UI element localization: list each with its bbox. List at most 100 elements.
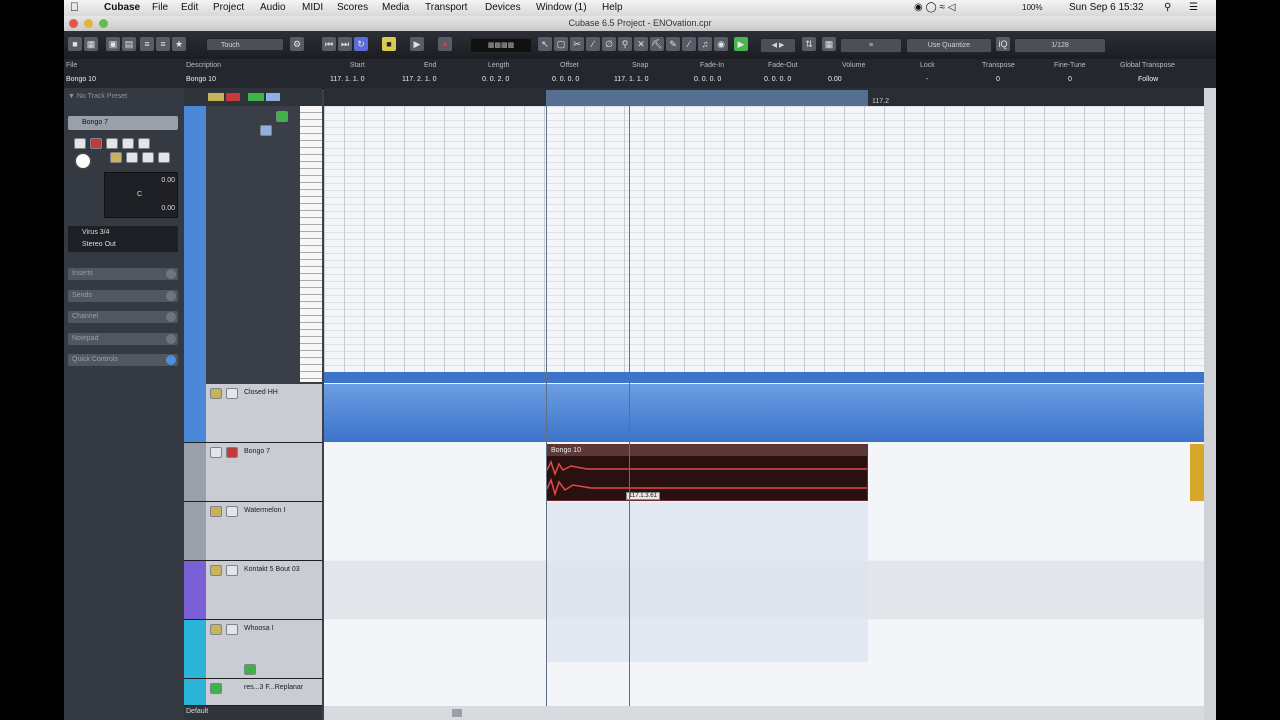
track-watermelon[interactable]: Watermelon I	[184, 502, 322, 561]
iq-icon[interactable]: iQ	[996, 37, 1010, 51]
inspector-write-button[interactable]	[138, 138, 150, 149]
delay-readout[interactable]: 0.00	[161, 205, 175, 212]
quantize-preset-select[interactable]: Use Quantize	[906, 38, 992, 53]
scroll-thumb[interactable]	[452, 709, 462, 717]
track-bongo-7[interactable]: Bongo 7	[184, 443, 322, 502]
glue-tool-icon[interactable]: ∕	[586, 37, 600, 51]
cycle-icon[interactable]: ↻	[354, 37, 368, 51]
mixer-icon[interactable]: ★	[172, 37, 186, 51]
track-name[interactable]: Watermelon I	[244, 507, 285, 514]
constrain-delay-icon[interactable]: ■	[68, 37, 82, 51]
infoline-toggle-icon[interactable]: ▤	[122, 37, 136, 51]
track-closed-hh[interactable]: Closed HH	[184, 384, 322, 443]
erase-tool-icon[interactable]: ∅	[602, 37, 616, 51]
audio-event-bongo-10[interactable]: Bongo 10	[546, 444, 868, 501]
menu-devices[interactable]: Devices	[485, 2, 521, 13]
inspector-sends-section[interactable]: Sends	[68, 290, 178, 302]
color-tool-icon[interactable]: ◉	[714, 37, 728, 51]
close-window-icon[interactable]	[69, 19, 78, 28]
volume-value[interactable]: 0.00	[828, 76, 842, 83]
track-kontakt[interactable]: Kontakt 5 Bout 03	[184, 561, 322, 620]
mute-button[interactable]	[210, 388, 222, 399]
global-write-button[interactable]	[266, 93, 280, 101]
solo-button[interactable]	[226, 565, 238, 576]
midi-note-grid[interactable]	[324, 106, 1204, 382]
global-transpose-value[interactable]: Follow	[1138, 76, 1158, 83]
next-event[interactable]	[1190, 444, 1204, 501]
track-name[interactable]: Kontakt 5 Bout 03	[244, 566, 300, 573]
pool-icon[interactable]: ≡	[156, 37, 170, 51]
window-layout-icon[interactable]: ▦	[84, 37, 98, 51]
automation-settings-icon[interactable]: ⚙	[290, 37, 304, 51]
menu-edit[interactable]: Edit	[181, 2, 198, 13]
inspector-record-icon[interactable]	[74, 152, 92, 170]
line-tool-icon[interactable]: ∕	[682, 37, 696, 51]
inspector-notepad-section[interactable]: Notepad	[68, 333, 178, 345]
overview-icon[interactable]: ≡	[140, 37, 154, 51]
split-tool-icon[interactable]: ✂	[570, 37, 584, 51]
event-display[interactable]: Bongo 10 117.1.3.61	[324, 106, 1204, 706]
global-mute-button[interactable]	[208, 93, 224, 101]
inspector-lane-button[interactable]	[158, 152, 170, 163]
pan-readout[interactable]: C	[137, 191, 142, 198]
fine-tune-value[interactable]: 0	[1068, 76, 1072, 83]
volume-readout[interactable]: 0.00	[161, 177, 175, 184]
global-read-button[interactable]	[248, 93, 264, 101]
autoscroll-icon[interactable]: ▶	[734, 37, 748, 51]
inspector-freeze-button[interactable]	[110, 152, 122, 163]
offset-value[interactable]: 0. 0. 0. 0	[552, 76, 579, 83]
inspector-edit-button[interactable]	[126, 152, 138, 163]
piano-keyboard[interactable]	[300, 106, 322, 382]
go-to-start-icon[interactable]: ⏮	[322, 37, 336, 51]
inspector-read-button[interactable]	[122, 138, 134, 149]
fade-out-value[interactable]: 0. 0. 0. 0	[764, 76, 791, 83]
mute-button[interactable]	[210, 506, 222, 517]
track-edit-button[interactable]	[276, 111, 288, 122]
track-name[interactable]: Closed HH	[244, 389, 278, 396]
apple-icon[interactable]: 	[70, 0, 79, 14]
mute-button[interactable]	[210, 565, 222, 576]
snap-type-icon[interactable]: ▦	[822, 37, 836, 51]
menu-transport[interactable]: Transport	[425, 2, 467, 13]
object-selection-tool-icon[interactable]: ↖	[538, 37, 552, 51]
length-value[interactable]: 0. 0. 2. 0	[482, 76, 509, 83]
track-monitor-button[interactable]	[260, 125, 272, 136]
track-name[interactable]: Whoosa I	[244, 625, 274, 632]
inserts-power-icon[interactable]	[166, 269, 176, 279]
track-whoosa[interactable]: Whoosa I	[184, 620, 322, 679]
start-value[interactable]: 117. 1. 1. 0	[330, 76, 365, 83]
spotlight-icon[interactable]: ⚲	[1164, 2, 1171, 13]
transpose-value[interactable]: 0	[996, 76, 1000, 83]
menu-scores[interactable]: Scores	[337, 2, 368, 13]
track-name[interactable]: res...3 F...Replanar	[244, 684, 303, 691]
stop-icon[interactable]: ■	[382, 37, 396, 51]
time-warp-tool-icon[interactable]: ⛏	[650, 37, 664, 51]
locator-range[interactable]	[546, 90, 868, 106]
automation-mode-select[interactable]: Touch	[206, 38, 284, 51]
description-value[interactable]: Bongo 10	[186, 76, 216, 83]
inspector-quick-controls-section[interactable]: Quick Controls	[68, 354, 178, 366]
inspector-record-button[interactable]	[90, 138, 102, 149]
output-routing[interactable]: Stereo Out	[82, 241, 116, 248]
read-automation-button[interactable]	[244, 664, 256, 675]
project-cursor[interactable]	[629, 106, 630, 706]
menu-help[interactable]: Help	[602, 2, 623, 13]
track-fx[interactable]: res...3 F...Replanar	[184, 679, 322, 706]
notepad-power-icon[interactable]	[166, 334, 176, 344]
track-name[interactable]: Bongo 7	[244, 448, 270, 455]
timeline-ruler[interactable]: 117.2	[324, 88, 1204, 106]
sends-power-icon[interactable]	[166, 291, 176, 301]
draw-tool-icon[interactable]: ✎	[666, 37, 680, 51]
zoom-window-icon[interactable]	[99, 19, 108, 28]
inspector-inserts-section[interactable]: Inserts	[68, 268, 178, 280]
mute-button[interactable]	[210, 624, 222, 635]
inspector-channel-section[interactable]: Channel	[68, 311, 178, 323]
horizontal-scrollbar[interactable]	[324, 706, 1204, 720]
snap-icon[interactable]: ⇅	[802, 37, 816, 51]
lock-value[interactable]: -	[926, 76, 928, 83]
record-icon[interactable]: ●	[438, 37, 452, 51]
grid-select[interactable]: 1/128	[1014, 38, 1106, 53]
menu-media[interactable]: Media	[382, 2, 409, 13]
channel-power-icon[interactable]	[166, 312, 176, 322]
solo-button[interactable]	[226, 624, 238, 635]
